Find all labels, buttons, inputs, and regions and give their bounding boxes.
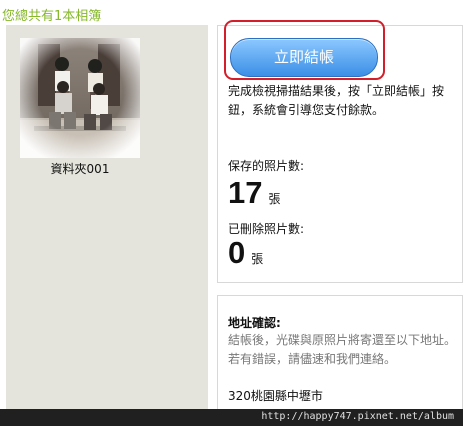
- bottom-watermark-bar: http://happy747.pixnet.net/album: [0, 409, 463, 426]
- checkout-column: 立即結帳 完成檢視掃描結果後，按「立即結帳」按鈕，系統會引導您支付餘款。 保存的…: [217, 20, 463, 410]
- album-count-text: 您總共有1本相簿: [2, 9, 102, 24]
- address-description: 結帳後，光碟與原照片將寄還至以下地址。若有錯誤，請儘速和我們連絡。: [228, 333, 457, 366]
- saved-photos-label: 保存的照片數:: [228, 159, 305, 173]
- deleted-photos-count: 0: [228, 235, 246, 270]
- deleted-photos-count-row: 0 張: [228, 234, 263, 272]
- deleted-photos-unit: 張: [251, 252, 264, 266]
- saved-photos-count-row: 17 張: [228, 174, 281, 212]
- checkout-instruction: 完成檢視掃描結果後，按「立即結帳」按鈕，系統會引導您支付餘款。: [228, 84, 445, 117]
- album-panel: 資料夾001: [6, 25, 208, 410]
- checkout-card: 立即結帳 完成檢視掃描結果後，按「立即結帳」按鈕，系統會引導您支付餘款。 保存的…: [217, 20, 463, 283]
- saved-photos-count: 17: [228, 175, 263, 210]
- folder-name-label[interactable]: 資料夾001: [20, 160, 140, 177]
- address-card: 地址確認: 結帳後，光碟與原照片將寄還至以下地址。若有錯誤，請儘速和我們連絡。 …: [217, 295, 463, 410]
- checkout-button[interactable]: 立即結帳: [230, 38, 378, 77]
- album-thumbnail[interactable]: [20, 38, 140, 158]
- saved-photos-unit: 張: [268, 192, 281, 206]
- family-photo-thumbnail: [20, 38, 140, 158]
- address-value: 320桃園縣中壢市: [228, 389, 323, 403]
- watermark-url: http://happy747.pixnet.net/album: [261, 411, 454, 422]
- address-title: 地址確認:: [228, 316, 281, 330]
